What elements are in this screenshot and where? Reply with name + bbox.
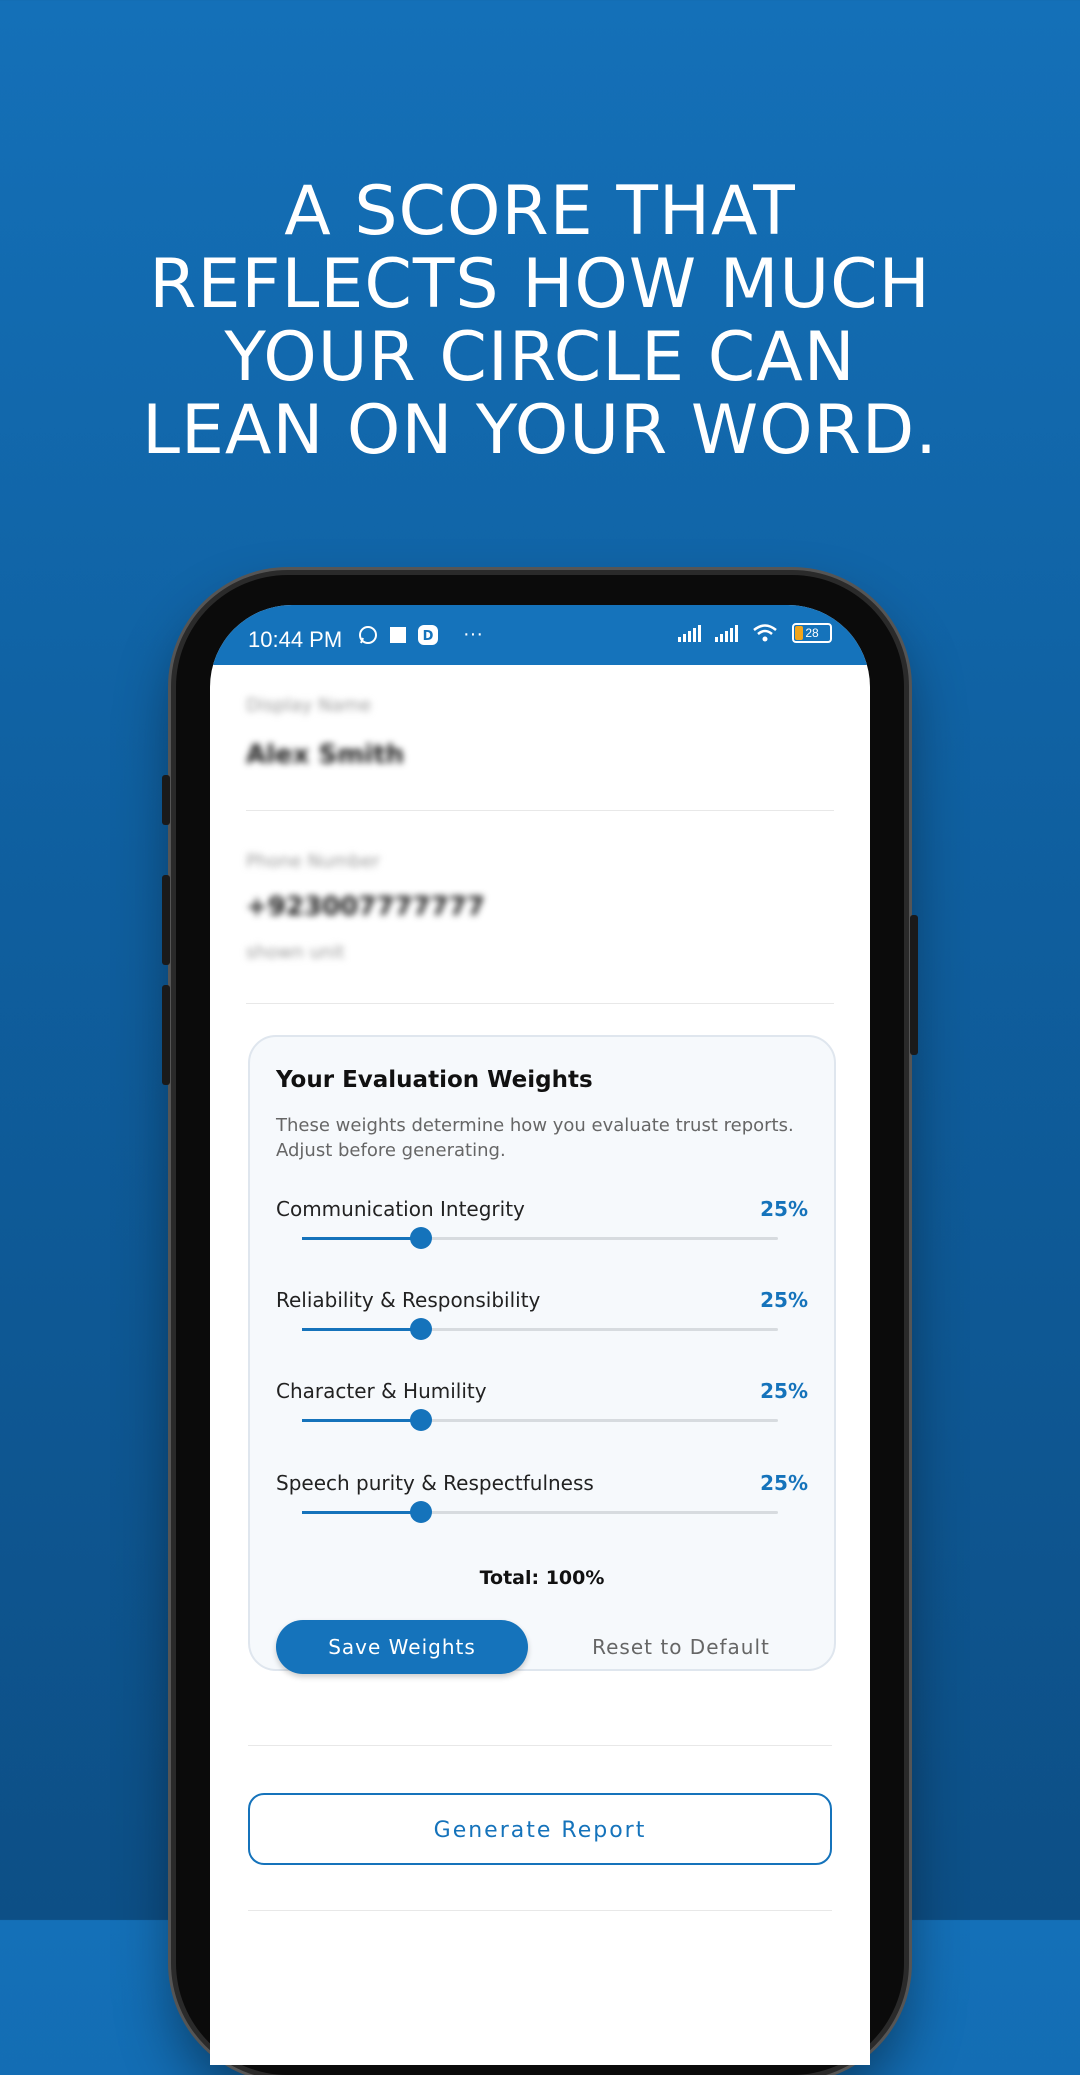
volume-down-button xyxy=(162,875,170,965)
save-weights-button[interactable]: Save Weights xyxy=(276,1620,528,1674)
evaluation-weights-card: Your Evaluation Weights These weights de… xyxy=(248,1035,836,1674)
volume-up-button xyxy=(162,775,170,825)
divider xyxy=(248,1910,832,1911)
side-key xyxy=(162,985,170,1085)
weight-slider[interactable] xyxy=(302,1318,778,1340)
app-overlay: Your Evaluation Weights These weights de… xyxy=(212,0,872,1920)
weight-label: Communication Integrity xyxy=(276,1197,525,1221)
slider-thumb[interactable] xyxy=(410,1318,432,1340)
weight-percent: 25% xyxy=(760,1471,808,1495)
weight-label: Character & Humility xyxy=(276,1379,487,1403)
weight-row: Character & Humility 25% xyxy=(276,1379,808,1431)
weight-label: Reliability & Responsibility xyxy=(276,1288,541,1312)
slider-thumb[interactable] xyxy=(410,1227,432,1249)
generate-report-button[interactable]: Generate Report xyxy=(248,1793,832,1865)
card-description: These weights determine how you evaluate… xyxy=(276,1115,794,1161)
weight-percent: 25% xyxy=(760,1379,808,1403)
total-label: Total: 100% xyxy=(479,1567,605,1589)
divider xyxy=(248,1745,832,1746)
weight-slider[interactable] xyxy=(302,1409,778,1431)
weight-row: Speech purity & Respectfulness 25% xyxy=(276,1471,808,1523)
power-button xyxy=(910,915,918,1055)
weight-percent: 25% xyxy=(760,1288,808,1312)
weight-slider[interactable] xyxy=(302,1501,778,1523)
card-title: Your Evaluation Weights xyxy=(276,1067,593,1093)
weight-label: Speech purity & Respectfulness xyxy=(276,1471,594,1495)
weight-row: Reliability & Responsibility 25% xyxy=(276,1288,808,1340)
weight-row: Communication Integrity 25% xyxy=(276,1197,808,1249)
slider-thumb[interactable] xyxy=(410,1501,432,1523)
reset-to-default-button[interactable]: Reset to Default xyxy=(550,1620,812,1674)
weight-percent: 25% xyxy=(760,1197,808,1221)
slider-thumb[interactable] xyxy=(410,1409,432,1431)
weight-slider[interactable] xyxy=(302,1227,778,1249)
